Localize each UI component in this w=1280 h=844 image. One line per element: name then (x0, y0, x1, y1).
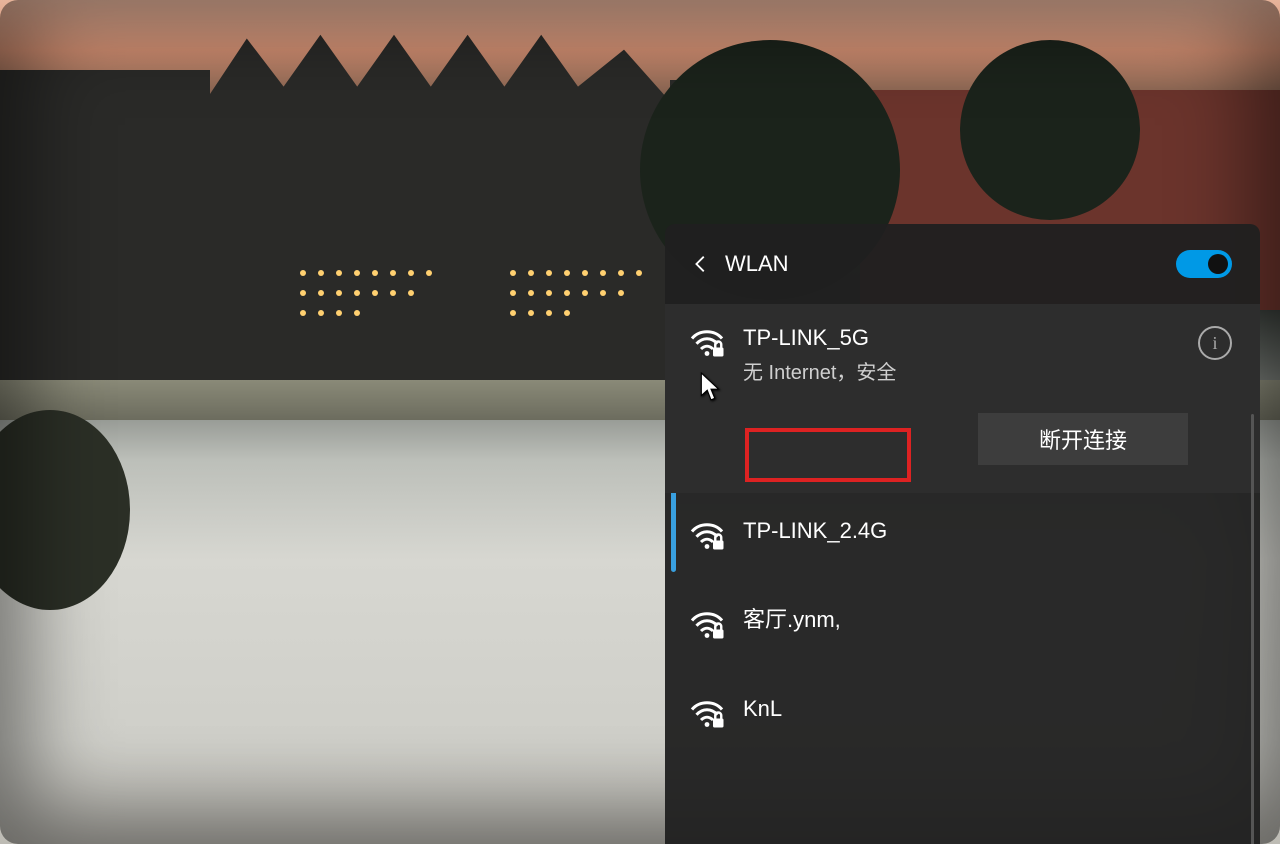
connected-network-status: 无 Internet，安全 (743, 356, 1188, 385)
wifi-toggle[interactable] (1176, 250, 1232, 278)
network-item[interactable]: 客厅.ynm, (665, 582, 1260, 671)
wifi-lock-icon (689, 699, 725, 734)
desktop-wallpaper: WLAN TP-LINK_5G (0, 0, 1280, 844)
back-arrow-icon (690, 253, 712, 275)
info-icon: i (1212, 333, 1217, 354)
wifi-lock-icon (689, 521, 725, 556)
network-list: TP-LINK_5G 无 Internet，安全 断开连接 i (665, 304, 1260, 760)
panel-title: WLAN (725, 251, 789, 277)
network-properties-button[interactable]: i (1198, 326, 1232, 360)
network-item-connected[interactable]: TP-LINK_5G 无 Internet，安全 断开连接 i (665, 304, 1260, 493)
back-button[interactable] (683, 246, 719, 282)
wlan-flyout-panel: WLAN TP-LINK_5G (665, 224, 1260, 844)
wlan-panel-header: WLAN (665, 224, 1260, 304)
connected-network-name: TP-LINK_5G (743, 326, 1188, 350)
disconnect-button[interactable]: 断开连接 (978, 413, 1188, 465)
network-item[interactable]: KnL (665, 671, 1260, 760)
wifi-lock-icon (689, 328, 725, 363)
network-name: TP-LINK_2.4G (743, 519, 1232, 543)
network-name: KnL (743, 697, 1232, 721)
network-item[interactable]: TP-LINK_2.4G (665, 493, 1260, 582)
scrollbar[interactable] (1251, 414, 1254, 844)
network-name: 客厅.ynm, (743, 608, 1232, 632)
wifi-lock-icon (689, 610, 725, 645)
